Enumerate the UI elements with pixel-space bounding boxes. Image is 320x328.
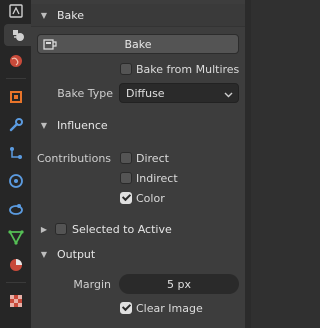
texture-icon[interactable] xyxy=(4,290,28,312)
bake-from-multires-checkbox[interactable]: Bake from Multires xyxy=(120,60,239,78)
output-subpanel-header[interactable]: ▼ Output xyxy=(37,244,239,264)
margin-field[interactable]: 5 px xyxy=(119,274,239,294)
data-icon[interactable] xyxy=(4,226,28,248)
render-icon[interactable] xyxy=(4,24,31,46)
indirect-label: Indirect xyxy=(136,171,178,185)
direct-label: Direct xyxy=(136,151,169,165)
object-icon[interactable] xyxy=(4,86,28,108)
bake-panel: ▼ Bake Bake Bake from Multires Bake Type… xyxy=(31,0,245,328)
properties-tab-bar xyxy=(0,0,32,328)
checkbox[interactable] xyxy=(120,152,132,164)
checkbox[interactable] xyxy=(120,63,132,75)
influence-subpanel-header[interactable]: ▼ Influence xyxy=(37,115,239,135)
constraints-icon[interactable] xyxy=(4,198,28,220)
checkbox-checked[interactable] xyxy=(120,302,132,314)
margin-label: Margin xyxy=(73,278,111,291)
chevron-down-icon: ▼ xyxy=(40,10,48,20)
bake-panel-header[interactable]: ▼ Bake xyxy=(31,4,245,27)
bake-button-label: Bake xyxy=(124,37,152,51)
bake-button[interactable]: Bake xyxy=(37,34,239,54)
margin-value: 5 px xyxy=(167,277,191,291)
bake-type-dropdown[interactable]: Diffuse xyxy=(119,83,239,103)
direct-checkbox[interactable]: Direct xyxy=(120,149,169,167)
modifier-icon[interactable] xyxy=(4,114,28,136)
particles-icon[interactable] xyxy=(4,142,28,164)
clear-image-checkbox[interactable]: Clear Image xyxy=(120,299,203,317)
checkbox[interactable] xyxy=(55,223,67,235)
bake-type-value: Diffuse xyxy=(126,86,165,100)
output-title: Output xyxy=(57,247,96,261)
color-label: Color xyxy=(136,191,165,205)
indirect-checkbox[interactable]: Indirect xyxy=(120,169,178,187)
material-icon[interactable] xyxy=(4,254,28,276)
contributions-label: Contributions xyxy=(37,152,112,165)
physics-icon[interactable] xyxy=(4,170,28,192)
checkbox-checked[interactable] xyxy=(120,192,132,204)
selected-to-active-subpanel-header[interactable]: ▶ Selected to Active xyxy=(37,219,239,239)
checkbox[interactable] xyxy=(120,172,132,184)
selected-to-active-label: Selected to Active xyxy=(72,222,172,236)
tool-icon[interactable] xyxy=(4,0,28,22)
bake-icon xyxy=(43,38,57,53)
chevron-down-icon: ▼ xyxy=(40,120,48,130)
chevron-down-icon xyxy=(224,89,233,102)
influence-title: Influence xyxy=(57,118,108,132)
bake-type-label: Bake Type xyxy=(57,87,113,100)
world-icon[interactable] xyxy=(4,50,28,72)
chevron-down-icon: ▼ xyxy=(40,249,48,259)
bake-panel-title: Bake xyxy=(57,8,85,22)
scrollbar[interactable] xyxy=(245,0,251,328)
color-checkbox[interactable]: Color xyxy=(120,189,165,207)
clear-image-label: Clear Image xyxy=(136,301,203,315)
bake-from-multires-label: Bake from Multires xyxy=(136,62,240,76)
chevron-right-icon: ▶ xyxy=(40,224,48,234)
